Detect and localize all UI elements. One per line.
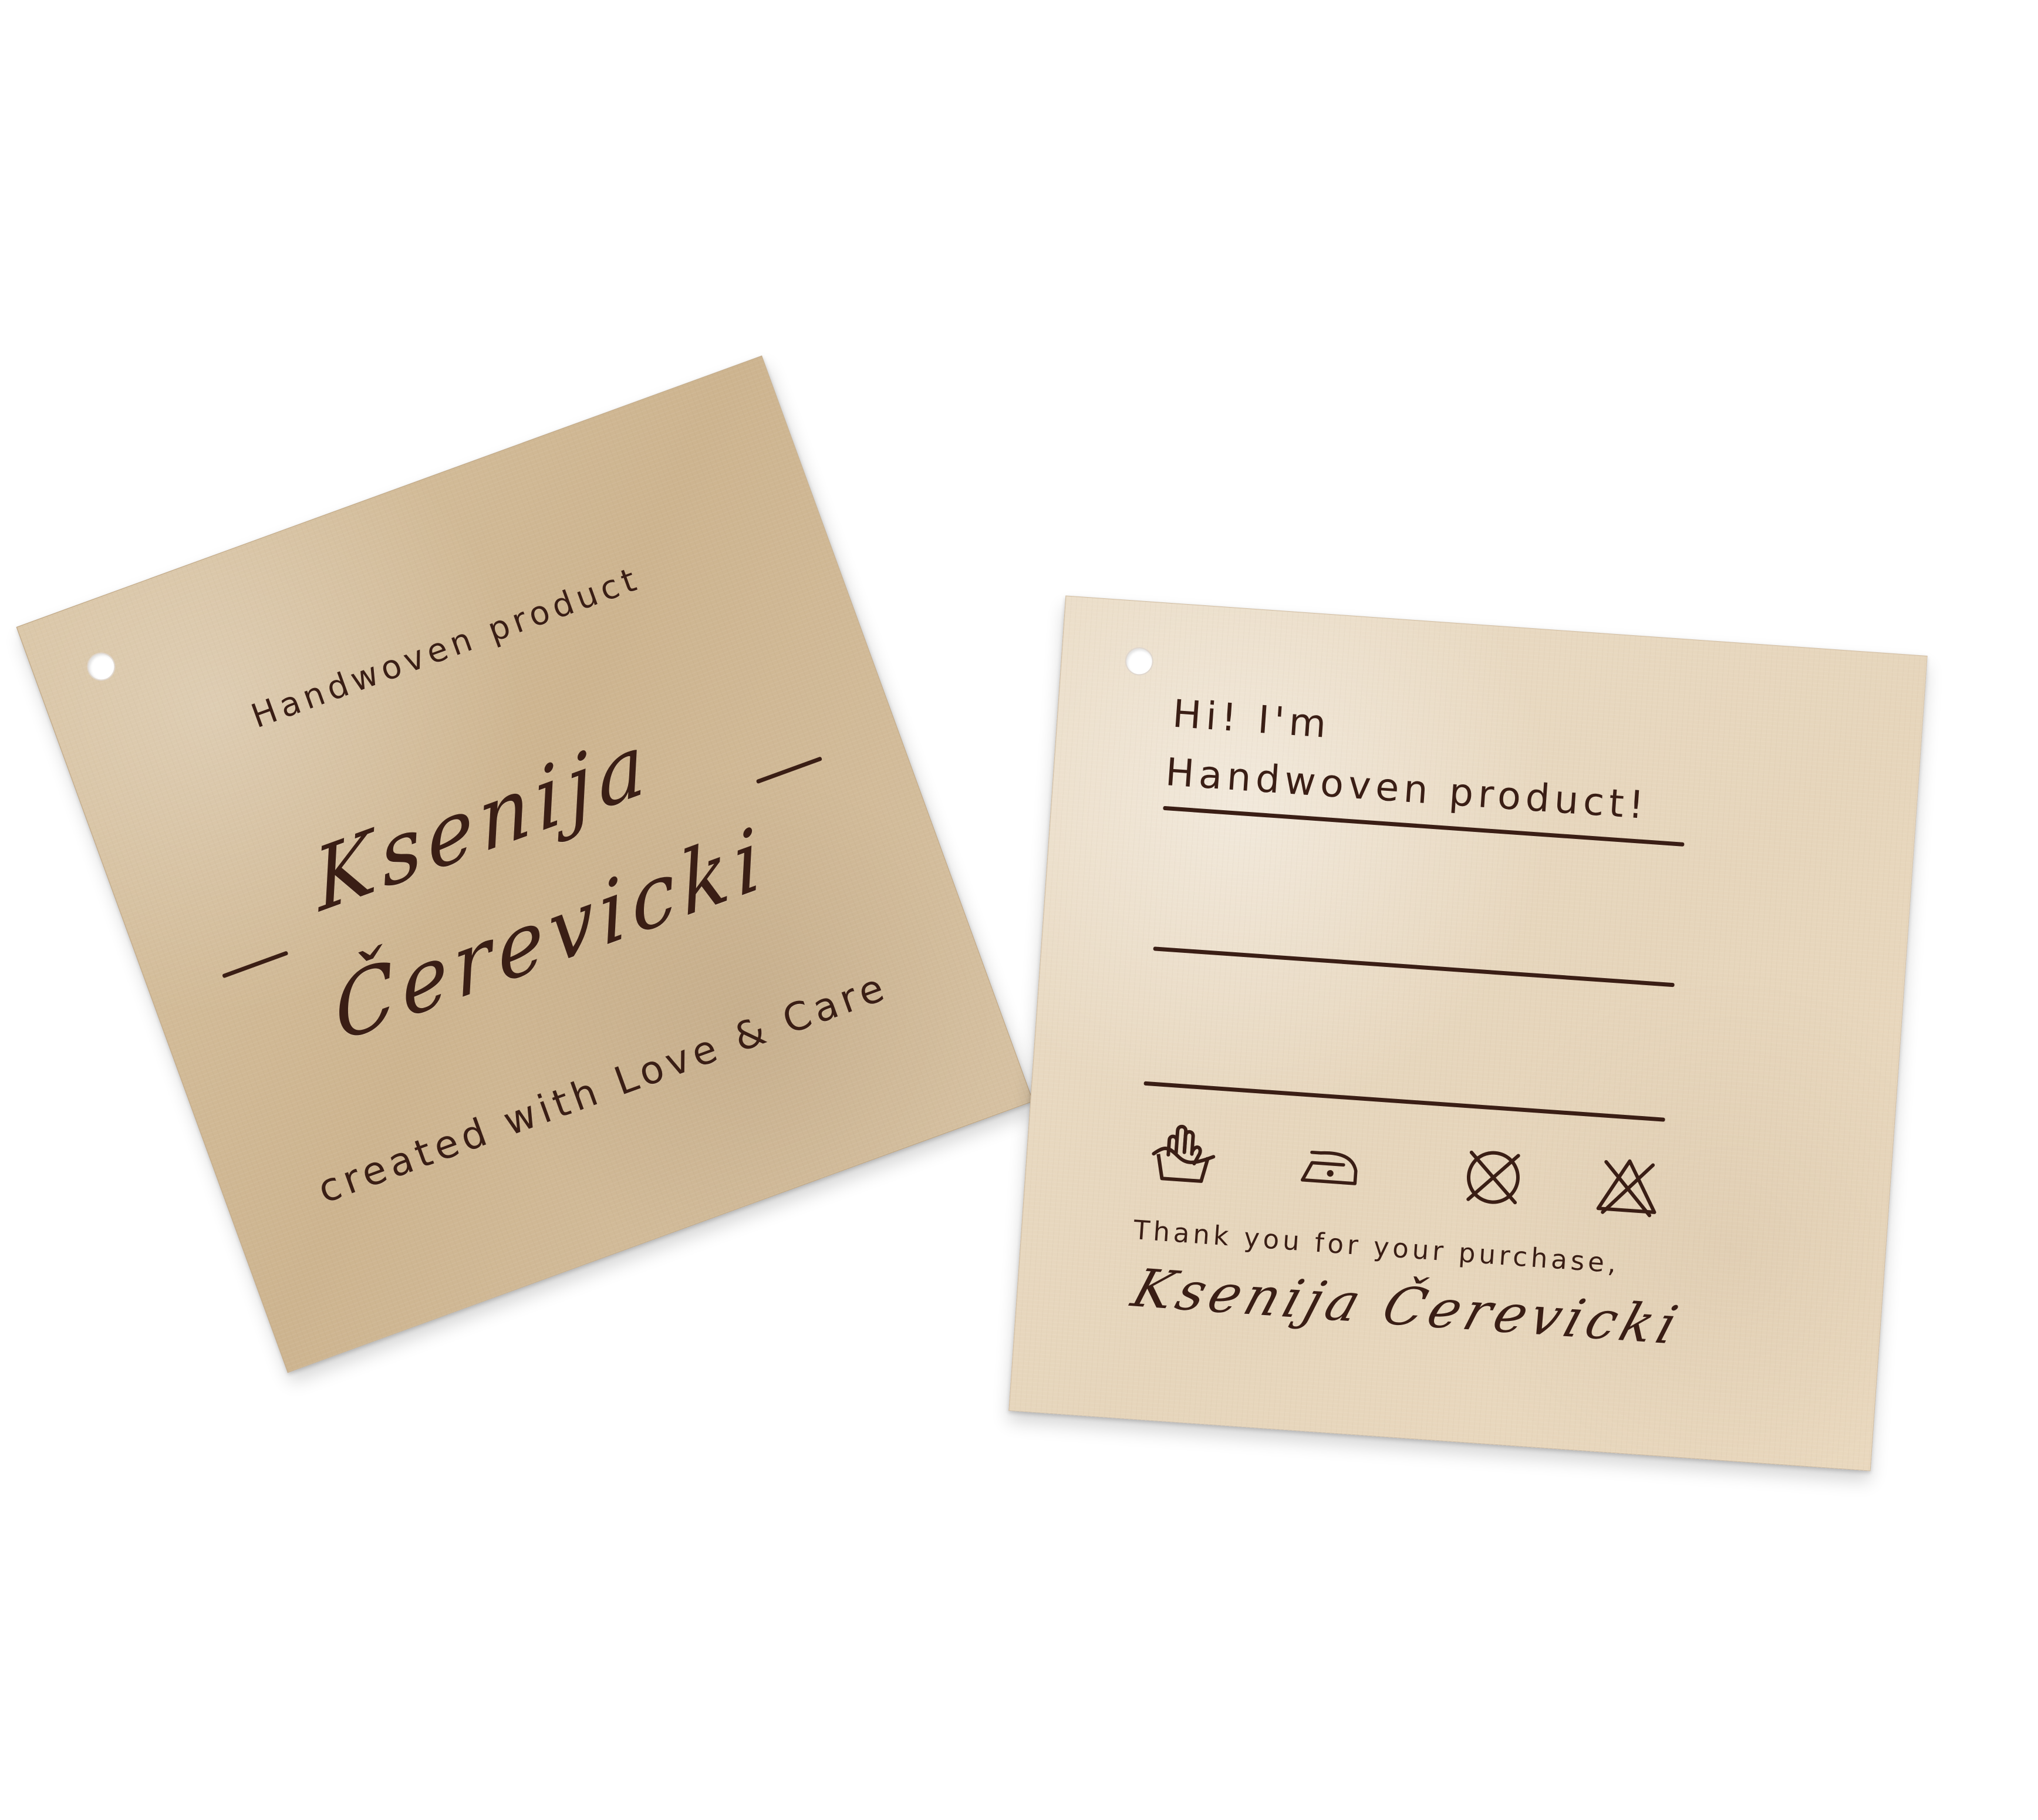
care-instruction-tag: Hi! I'm Handwoven product! Thank you for… (1008, 595, 1928, 1471)
handwoven-product-headline: Handwoven product! (1164, 750, 1650, 828)
hand-wash-icon (1145, 1117, 1220, 1192)
no-dry-clean-icon (1456, 1139, 1531, 1214)
writing-line (1153, 946, 1675, 987)
tag-punch-hole (83, 648, 120, 685)
front-product-tag: Handwoven product Ksenija Čerevicki crea… (16, 355, 1034, 1373)
decorative-left-rule (222, 951, 289, 979)
product-tags-photo: Handwoven product Ksenija Čerevicki crea… (0, 0, 2038, 1820)
writing-line (1143, 1081, 1665, 1122)
tag-punch-hole (1124, 646, 1155, 676)
care-symbol-row (1145, 1117, 1666, 1235)
iron-low-heat-icon (1292, 1127, 1367, 1202)
greeting-text: Hi! I'm (1171, 692, 1332, 747)
decorative-right-rule (755, 756, 823, 784)
no-bleach-icon (1591, 1148, 1666, 1224)
